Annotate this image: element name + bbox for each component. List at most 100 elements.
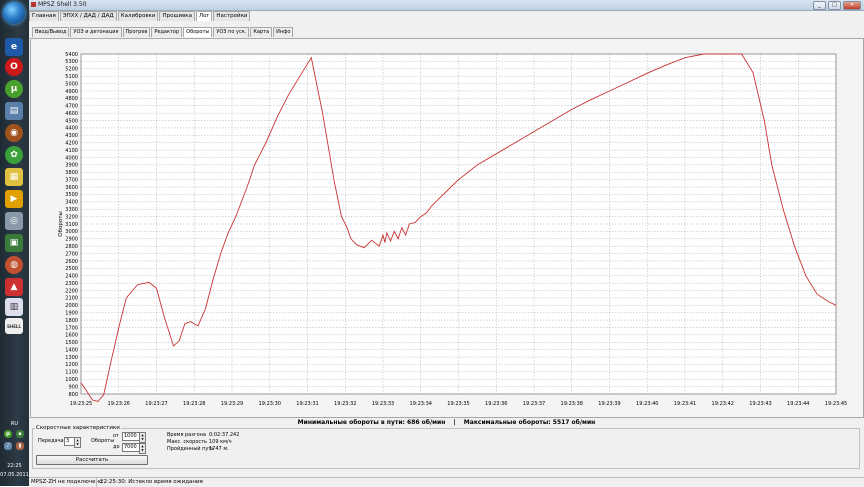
x-tick-label: 19:23:42 xyxy=(712,401,734,407)
tray-utorrent-icon[interactable]: µ xyxy=(4,430,12,438)
calc-icon[interactable]: ▥ xyxy=(5,298,23,316)
menu-tab-1[interactable]: ЭПХХ / ДАД / ДАД xyxy=(59,11,117,21)
pdf-icon[interactable]: ▲ xyxy=(5,278,23,296)
y-axis-label: Обороты xyxy=(58,211,64,237)
maximize-icon[interactable]: □ xyxy=(828,1,841,10)
y-tick-label: 800 xyxy=(68,392,78,398)
y-tick-label: 900 xyxy=(68,384,78,390)
x-tick-label: 19:23:40 xyxy=(636,401,658,407)
x-tick-label: 19:23:29 xyxy=(221,401,243,407)
disk-icon[interactable]: ◎ xyxy=(5,212,23,230)
y-tick-label: 2200 xyxy=(65,288,78,294)
rpm-from-label: от xyxy=(113,433,119,439)
y-tick-label: 3500 xyxy=(65,192,78,198)
explorer-icon[interactable]: ▤ xyxy=(5,102,23,120)
x-tick-label: 19:23:39 xyxy=(598,401,620,407)
tray-network-icon[interactable]: ▪ xyxy=(16,430,24,438)
x-tick-label: 19:23:32 xyxy=(334,401,356,407)
menu-tab-5[interactable]: Настройки xyxy=(213,11,251,21)
taskbar: e O µ ▤ ◉ ✿ ▦ ▶ ◎ ▣ ◍ ▲ ▥ SHELL RU µ ▪ ♪… xyxy=(0,0,29,486)
main-tabs: Главная ЭПХХ / ДАД / ДАД Калибровки Прошивк… xyxy=(29,11,864,21)
x-tick-label: 19:23:31 xyxy=(296,401,318,407)
start-button[interactable] xyxy=(3,2,25,24)
y-tick-label: 4800 xyxy=(65,96,78,102)
menu-tab-0[interactable]: Главная xyxy=(29,11,59,21)
window-title: MPSZ Shell 3.50 xyxy=(38,1,87,8)
notes-icon[interactable]: ▦ xyxy=(5,168,23,186)
y-tick-label: 1500 xyxy=(65,340,78,346)
subtab-3[interactable]: Редактор xyxy=(151,27,183,37)
opera-icon[interactable]: O xyxy=(5,58,23,76)
y-tick-label: 1000 xyxy=(65,377,78,383)
clock-date[interactable]: 07.05.2011 xyxy=(0,472,29,478)
menu-tab-2[interactable]: Калибровки xyxy=(117,11,159,21)
subtab-7[interactable]: Инфо xyxy=(273,27,294,37)
x-tick-label: 19:23:30 xyxy=(259,401,281,407)
menu-tab-3[interactable]: Прошивка xyxy=(159,11,196,21)
rpm-from-input[interactable]: 1000 ▲ ▼ xyxy=(122,432,146,443)
y-tick-label: 5400 xyxy=(65,52,78,58)
y-tick-label: 2800 xyxy=(65,244,78,250)
timeout-status: 22:25:30: Истекло время ожидания xyxy=(100,479,203,485)
y-tick-label: 4000 xyxy=(65,155,78,161)
title-bar: MPSZ Shell 3.50 _ □ ✕ xyxy=(29,0,864,11)
rpm-to-value: 7000 xyxy=(124,444,137,450)
app-window: MPSZ Shell 3.50 _ □ ✕ Главная ЭПХХ / ДАД … xyxy=(29,0,864,487)
y-tick-label: 5100 xyxy=(65,74,78,80)
calculate-button[interactable]: Рассчитать xyxy=(36,455,148,465)
y-tick-label: 3600 xyxy=(65,185,78,191)
globe-icon[interactable]: ◍ xyxy=(5,256,23,274)
rpm-from-value: 1000 xyxy=(124,433,137,439)
tray-volume-icon[interactable]: ♪ xyxy=(4,442,12,450)
subtab-0[interactable]: Ввод/Вывод xyxy=(32,27,70,37)
y-tick-label: 1800 xyxy=(65,318,78,324)
rpm-to-input[interactable]: 7000 ▲ ▼ xyxy=(122,443,146,454)
y-tick-label: 4700 xyxy=(65,104,78,110)
subtab-6[interactable]: Карта xyxy=(250,27,273,37)
x-tick-label: 19:23:26 xyxy=(108,401,130,407)
menu-tab-4[interactable]: Лог xyxy=(196,11,213,21)
ie-icon[interactable]: e xyxy=(5,38,23,56)
y-tick-label: 1400 xyxy=(65,347,78,353)
y-tick-label: 3000 xyxy=(65,229,78,235)
x-tick-label: 19:23:27 xyxy=(145,401,167,407)
y-tick-label: 4200 xyxy=(65,140,78,146)
shell-label: SHELL xyxy=(6,323,22,329)
y-tick-label: 1100 xyxy=(65,370,78,376)
y-tick-label: 5200 xyxy=(65,67,78,73)
rpm-chart: 800 90010001100 12001300 140015001600 170018… xyxy=(58,52,847,407)
y-tick-label: 5300 xyxy=(65,59,78,65)
rpm-chart-panel: 800 900 1000 1100 1200 1300 1400 1500 1600 1700 18… xyxy=(30,38,864,418)
rpm-from-spin-icon[interactable]: ▲ ▼ xyxy=(139,432,146,443)
x-tick-label: 19:23:45 xyxy=(825,401,847,407)
player-icon[interactable]: ▶ xyxy=(5,190,23,208)
clock-time[interactable]: 22:25 xyxy=(0,463,29,469)
gear-stepper[interactable]: 3 ▲ ▼ xyxy=(64,437,81,448)
y-tick-label: 1200 xyxy=(65,362,78,368)
media-icon[interactable]: ◉ xyxy=(5,124,23,142)
close-icon[interactable]: ✕ xyxy=(843,1,861,10)
subtab-2[interactable]: Прогрев xyxy=(122,27,151,37)
y-tick-label: 2100 xyxy=(65,296,78,302)
minimize-icon[interactable]: _ xyxy=(813,1,826,10)
terminal-icon[interactable]: ▣ xyxy=(5,234,23,252)
subtab-5[interactable]: УОЗ по уск. xyxy=(213,27,250,37)
icq-icon[interactable]: ✿ xyxy=(5,146,23,164)
distance-label: Пройденный путь xyxy=(167,446,215,452)
gear-spin-arrows-icon[interactable]: ▲ ▼ xyxy=(74,437,81,448)
y-tick-label: 4400 xyxy=(65,126,78,132)
distance-value: 1747 м. xyxy=(209,446,229,452)
subtab-4[interactable]: Обороты xyxy=(183,27,213,37)
y-tick-label: 1700 xyxy=(65,325,78,331)
tray-power-icon[interactable]: ▮ xyxy=(16,442,24,450)
speed-characteristics-group: Скоростные характеристики Передача 3 ▲ ▼ … xyxy=(32,425,860,469)
summary-separator: | xyxy=(453,419,456,426)
rpm-summary: Минимальные обороты в пути: 686 об/мин |… xyxy=(29,419,864,426)
rpm-to-spin-icon[interactable]: ▲ ▼ xyxy=(139,443,146,454)
subtab-1[interactable]: УОЗ и детонация xyxy=(70,27,122,37)
utorrent-icon[interactable]: µ xyxy=(5,80,23,98)
rpm-to-label: до xyxy=(113,444,120,450)
language-indicator[interactable]: RU xyxy=(0,421,29,427)
rpm-label: Обороты xyxy=(91,438,115,444)
shell-app-icon[interactable]: SHELL xyxy=(5,318,23,334)
